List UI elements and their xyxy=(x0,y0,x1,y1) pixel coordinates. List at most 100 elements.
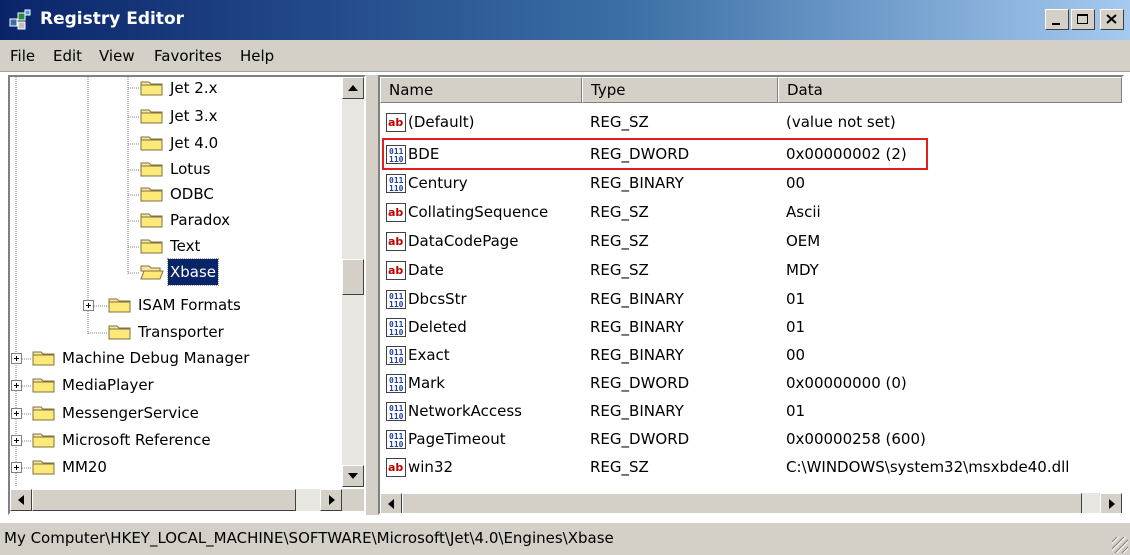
value-data: OEM xyxy=(786,232,821,250)
value-row-datacodepage[interactable]: ab DataCodePage REG_SZ OEM xyxy=(380,227,1122,256)
tree-node-text[interactable]: Text xyxy=(10,233,342,259)
tree-node-isam-formats[interactable]: ISAM Formats xyxy=(10,292,342,318)
value-row-deleted[interactable]: 011 110 Deleted REG_BINARY 01 xyxy=(380,313,1122,342)
tree-node-paradox[interactable]: Paradox xyxy=(10,207,342,233)
value-type: REG_BINARY xyxy=(590,346,684,364)
values-list-pane[interactable]: Name Type Data ab (Default) REG_SZ (valu… xyxy=(378,75,1124,515)
value-data: Ascii xyxy=(786,203,821,221)
value-type: REG_BINARY xyxy=(590,290,684,308)
tree-hscroll-thumb[interactable] xyxy=(32,489,296,511)
value-data: (value not set) xyxy=(786,113,896,131)
value-row-win32[interactable]: ab win32 REG_SZ C:\WINDOWS\system32\msxb… xyxy=(380,453,1122,482)
scroll-down-button[interactable] xyxy=(342,465,364,487)
value-type: REG_SZ xyxy=(590,458,649,476)
tree-vertical-scrollbar[interactable] xyxy=(342,77,364,487)
maximize-icon xyxy=(1077,14,1088,24)
scroll-right-button[interactable] xyxy=(320,489,342,511)
string-value-icon: ab xyxy=(386,261,406,280)
tree-node-label: Paradox xyxy=(170,211,231,229)
list-horizontal-scrollbar[interactable] xyxy=(380,493,1122,513)
column-header-data[interactable]: Data xyxy=(778,77,1122,103)
value-name: Mark xyxy=(408,374,445,392)
tree-node-label-selected: Xbase xyxy=(166,258,220,286)
column-header-type[interactable]: Type xyxy=(582,77,778,103)
svg-text:ab: ab xyxy=(388,264,403,277)
value-name: (Default) xyxy=(408,113,475,131)
value-row-pagetimeout[interactable]: 011 110 PageTimeout REG_DWORD 0x00000258 … xyxy=(380,425,1122,454)
value-data: 00 xyxy=(786,346,806,364)
tree-node-messengerservice[interactable]: MessengerService xyxy=(10,400,342,426)
expand-plus-icon[interactable] xyxy=(11,380,22,391)
resize-grip-icon[interactable] xyxy=(1112,537,1128,553)
value-row-mark[interactable]: 011 110 Mark REG_DWORD 0x00000000 (0) xyxy=(380,369,1122,398)
tree-node-mediaplayer[interactable]: MediaPlayer xyxy=(10,372,342,398)
string-value-icon: ab xyxy=(386,458,406,477)
tree-node-microsoft-reference[interactable]: Microsoft Reference xyxy=(10,427,342,453)
folder-icon xyxy=(32,460,55,475)
menu-edit[interactable]: Edit xyxy=(53,47,82,65)
tree-node-label: Transporter xyxy=(138,323,224,341)
expand-plus-icon[interactable] xyxy=(11,353,22,364)
menu-file[interactable]: File xyxy=(10,47,35,65)
scroll-right-button[interactable] xyxy=(1100,493,1122,513)
value-row-networkaccess[interactable]: 011 110 NetworkAccess REG_BINARY 01 xyxy=(380,397,1122,426)
tree-node-odbc[interactable]: ODBC xyxy=(10,181,342,207)
tree-horizontal-scrollbar[interactable] xyxy=(10,489,342,511)
tree-node-label: Text xyxy=(170,237,201,255)
svg-text:110: 110 xyxy=(389,328,404,337)
value-row-dbcsstr[interactable]: 011 110 DbcsStr REG_BINARY 01 xyxy=(380,285,1122,314)
key-tree-pane[interactable]: Jet 2.x Jet 3.x Jet 4.0 Lotus ODBC Parad… xyxy=(8,75,366,515)
title-bar[interactable]: Registry Editor xyxy=(0,0,1130,40)
close-icon xyxy=(1106,14,1117,24)
tree-node-machine-debug-manager[interactable]: Machine Debug Manager xyxy=(10,345,342,371)
tree-node-label: MessengerService xyxy=(62,404,199,422)
tree-node-label: Jet 3.x xyxy=(170,107,218,125)
value-data: 0x00000258 (600) xyxy=(786,430,926,448)
value-row-date[interactable]: ab Date REG_SZ MDY xyxy=(380,256,1122,285)
list-hscroll-thumb[interactable] xyxy=(402,493,1082,513)
value-row-collatingsequence[interactable]: ab CollatingSequence REG_SZ Ascii xyxy=(380,198,1122,227)
menu-help[interactable]: Help xyxy=(240,47,274,65)
svg-text:110: 110 xyxy=(389,300,404,309)
value-type: REG_BINARY xyxy=(590,318,684,336)
value-type: REG_SZ xyxy=(590,203,649,221)
pane-splitter[interactable] xyxy=(366,75,378,515)
binary-value-icon: 011110 xyxy=(386,174,406,193)
folder-icon xyxy=(140,187,163,202)
open-folder-icon xyxy=(140,265,164,280)
tree-node-jet-2x[interactable]: Jet 2.x xyxy=(10,77,342,101)
binary-value-icon: 011110 xyxy=(386,402,406,421)
tree-node-mm20[interactable]: MM20 xyxy=(10,454,342,480)
tree-node-transporter[interactable]: Transporter xyxy=(10,319,342,345)
menu-favorites[interactable]: Favorites xyxy=(154,47,222,65)
menu-view[interactable]: View xyxy=(99,47,135,65)
tree-node-lotus[interactable]: Lotus xyxy=(10,156,342,182)
scroll-left-button[interactable] xyxy=(380,493,402,513)
folder-icon xyxy=(32,351,55,366)
value-row-exact[interactable]: 011 110 Exact REG_BINARY 00 xyxy=(380,341,1122,370)
expand-plus-icon[interactable] xyxy=(83,300,94,311)
tree-node-jet-40[interactable]: Jet 4.0 xyxy=(10,130,342,156)
svg-text:ab: ab xyxy=(388,235,403,248)
value-row-default[interactable]: ab (Default) REG_SZ (value not set) xyxy=(380,108,1122,137)
tree-scroll-thumb[interactable] xyxy=(342,259,364,295)
maximize-button[interactable] xyxy=(1071,9,1095,30)
arrow-left-icon xyxy=(18,495,24,505)
value-row-century[interactable]: 011 110 Century REG_BINARY 00 xyxy=(380,169,1122,198)
scroll-up-button[interactable] xyxy=(342,77,364,99)
minimize-button[interactable] xyxy=(1045,9,1069,30)
tree-node-label: ISAM Formats xyxy=(138,296,241,314)
expand-plus-icon[interactable] xyxy=(11,435,22,446)
column-header-name[interactable]: Name xyxy=(380,77,582,103)
arrow-left-icon xyxy=(388,499,394,509)
tree-node-jet-3x[interactable]: Jet 3.x xyxy=(10,103,342,129)
value-name: Deleted xyxy=(408,318,467,336)
expand-plus-icon[interactable] xyxy=(11,462,22,473)
value-name: NetworkAccess xyxy=(408,402,522,420)
folder-icon xyxy=(140,109,163,124)
scroll-left-button[interactable] xyxy=(10,489,32,511)
close-button[interactable] xyxy=(1100,9,1124,30)
tree-node-xbase[interactable]: Xbase xyxy=(10,258,342,286)
expand-plus-icon[interactable] xyxy=(11,408,22,419)
folder-icon xyxy=(32,406,55,421)
